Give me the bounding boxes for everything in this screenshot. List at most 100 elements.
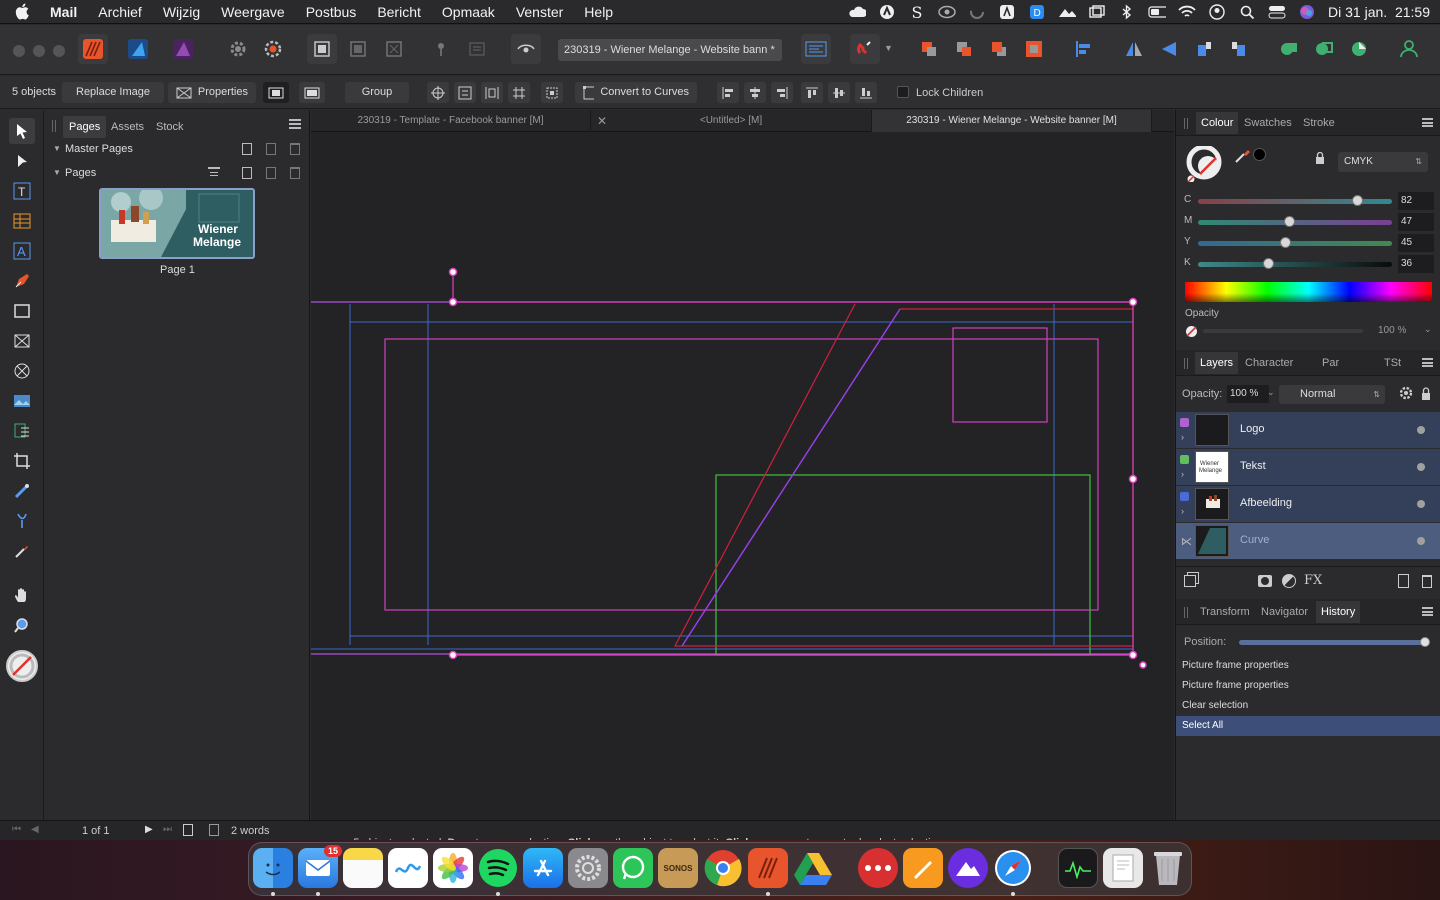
text-style-button[interactable] [801, 34, 831, 64]
rotate-right-button[interactable] [1224, 34, 1254, 64]
slider-magenta[interactable]: M 47 [1176, 212, 1440, 232]
distribute-vertical-button[interactable] [454, 82, 476, 103]
slider-black-knob[interactable] [1262, 258, 1274, 269]
trash-icon[interactable] [1148, 848, 1188, 888]
boolean-add-button[interactable] [1274, 34, 1304, 64]
zoom-window-button[interactable] [53, 45, 65, 57]
add-mask-icon[interactable] [1258, 575, 1272, 587]
convert-to-curves-button[interactable]: Convert to Curves [575, 82, 697, 103]
activity-monitor-icon[interactable] [1058, 848, 1098, 888]
eye-status-icon[interactable] [938, 5, 956, 19]
word-count-icon[interactable] [209, 824, 219, 836]
doc-tab-untitled[interactable]: ✕ <Untitled> [M] [591, 110, 872, 132]
doc-tab-website-banner[interactable]: 230319 - Wiener Melange - Website banner… [872, 110, 1152, 132]
tab-stroke[interactable]: Stroke [1298, 112, 1340, 134]
fill-tool-icon[interactable] [9, 418, 35, 444]
pen-tool-icon[interactable] [9, 268, 35, 294]
menu-weergave[interactable]: Weergave [221, 4, 285, 20]
distribute-horizontal-button[interactable] [481, 82, 503, 103]
designer-persona-button[interactable] [123, 34, 153, 64]
tab-assets[interactable]: Assets [105, 116, 150, 138]
layer-row-tekst[interactable]: › Wiener Melange Tekst [1176, 449, 1440, 485]
arrange-front-button[interactable] [1019, 34, 1049, 64]
freeform-icon[interactable] [388, 848, 428, 888]
cloud-mountain-icon[interactable] [1058, 5, 1077, 19]
tab-pages[interactable]: Pages [63, 116, 107, 138]
menu-opmaak[interactable]: Opmaak [442, 4, 495, 20]
layers-panel-menu-icon[interactable] [1422, 358, 1433, 367]
publisher-persona-button[interactable] [78, 34, 108, 64]
delete-layer-icon[interactable] [1422, 575, 1432, 588]
menu-archief[interactable]: Archief [98, 4, 142, 20]
layer-tekst-visibility-icon[interactable] [1417, 463, 1425, 471]
fill-stroke-selector-icon[interactable] [1186, 144, 1222, 183]
opacity-track[interactable] [1203, 329, 1363, 333]
slider-yellow-value[interactable]: 45 [1398, 234, 1434, 252]
slider-magenta-knob[interactable] [1284, 216, 1296, 227]
crop-tool-icon[interactable] [9, 448, 35, 474]
snapping-dropdown-chevron-icon[interactable]: ▼ [884, 43, 893, 53]
tab-text-styles[interactable]: TSt [1379, 352, 1406, 374]
colour-spectrum-bar[interactable] [1185, 282, 1432, 302]
downloads-stack-icon[interactable] [1103, 848, 1143, 888]
rotate-left-button[interactable] [1189, 34, 1219, 64]
slider-cyan[interactable]: C 82 [1176, 191, 1440, 211]
add-layer-icon[interactable] [1398, 574, 1409, 588]
colour-opacity-value[interactable]: 100 % [1378, 325, 1406, 336]
layer-row-curve[interactable]: ⋉ Curve [1176, 523, 1440, 559]
slider-black-track[interactable] [1198, 262, 1392, 267]
colour-panel-menu-icon[interactable] [1422, 118, 1433, 127]
menu-help[interactable]: Help [584, 4, 613, 20]
scrivener-icon[interactable]: S [908, 3, 926, 22]
artistic-text-tool-icon[interactable]: A [9, 238, 35, 264]
whatsapp-icon[interactable] [613, 848, 653, 888]
layer-tekst-expand-icon[interactable]: › [1181, 469, 1184, 479]
pages-app-icon[interactable] [903, 848, 943, 888]
document-canvas[interactable] [311, 132, 1174, 820]
fill-stroke-swatch-icon[interactable] [6, 650, 38, 682]
colour-picker-icon[interactable] [1234, 146, 1252, 167]
menu-clock[interactable]: Di 31 jan. 21:59 [1328, 4, 1430, 20]
last-page-icon[interactable]: ⏭ [163, 824, 172, 835]
photos-icon[interactable] [433, 848, 473, 888]
slider-black-value[interactable]: 36 [1398, 255, 1434, 273]
frame-text-tool-icon[interactable]: T [9, 178, 35, 204]
app-store-icon[interactable] [523, 848, 563, 888]
align-center-ctx-button[interactable] [744, 82, 766, 103]
siri-icon[interactable] [1298, 5, 1316, 19]
align-right-ctx-button[interactable] [771, 82, 793, 103]
proton-vpn-icon[interactable] [948, 848, 988, 888]
blend-mode-select[interactable]: Normal ⇅ [1279, 385, 1385, 404]
slider-yellow-knob[interactable] [1280, 237, 1292, 248]
wifi-icon[interactable] [1178, 5, 1196, 19]
control-center-icon[interactable] [1268, 5, 1286, 19]
affinity-status-icon[interactable] [878, 5, 896, 19]
history-position-knob[interactable] [1420, 637, 1430, 647]
apple-icon[interactable] [14, 3, 30, 21]
add-master-page-icon[interactable] [242, 143, 252, 155]
layer-logo-visibility-icon[interactable] [1417, 426, 1425, 434]
safari-icon[interactable] [993, 848, 1033, 888]
previous-page-icon[interactable]: ◀ [31, 824, 39, 835]
align-left-ctx-button[interactable] [717, 82, 739, 103]
menu-postbus[interactable]: Postbus [306, 4, 357, 20]
a-box-icon[interactable] [998, 5, 1016, 19]
pages-chevron-icon[interactable]: ▼ [53, 161, 61, 185]
menu-app-name[interactable]: Mail [50, 4, 77, 20]
history-entry-selected[interactable]: Select All [1176, 716, 1440, 736]
finder-icon[interactable] [253, 848, 293, 888]
align-middle-ctx-button[interactable] [828, 82, 850, 103]
document-title-field[interactable]: 230319 - Wiener Melange - Website bann * [558, 39, 782, 61]
history-position-track[interactable] [1239, 640, 1429, 645]
tab-history[interactable]: History [1316, 601, 1361, 623]
align-bottom-ctx-button[interactable] [855, 82, 877, 103]
layer-row-logo[interactable]: › Logo [1176, 412, 1440, 448]
slider-black[interactable]: K 36 [1176, 254, 1440, 274]
ellipse-frame-tool-icon[interactable] [9, 358, 35, 384]
bluetooth-icon[interactable] [1118, 4, 1136, 20]
history-entry[interactable]: Clear selection [1176, 696, 1440, 716]
page-indicator[interactable]: 1 of 1 [82, 825, 110, 837]
vector-crop-tool-icon[interactable] [9, 508, 35, 534]
next-page-icon[interactable]: ▶ [145, 824, 153, 835]
frame-fit-button[interactable] [263, 82, 289, 103]
